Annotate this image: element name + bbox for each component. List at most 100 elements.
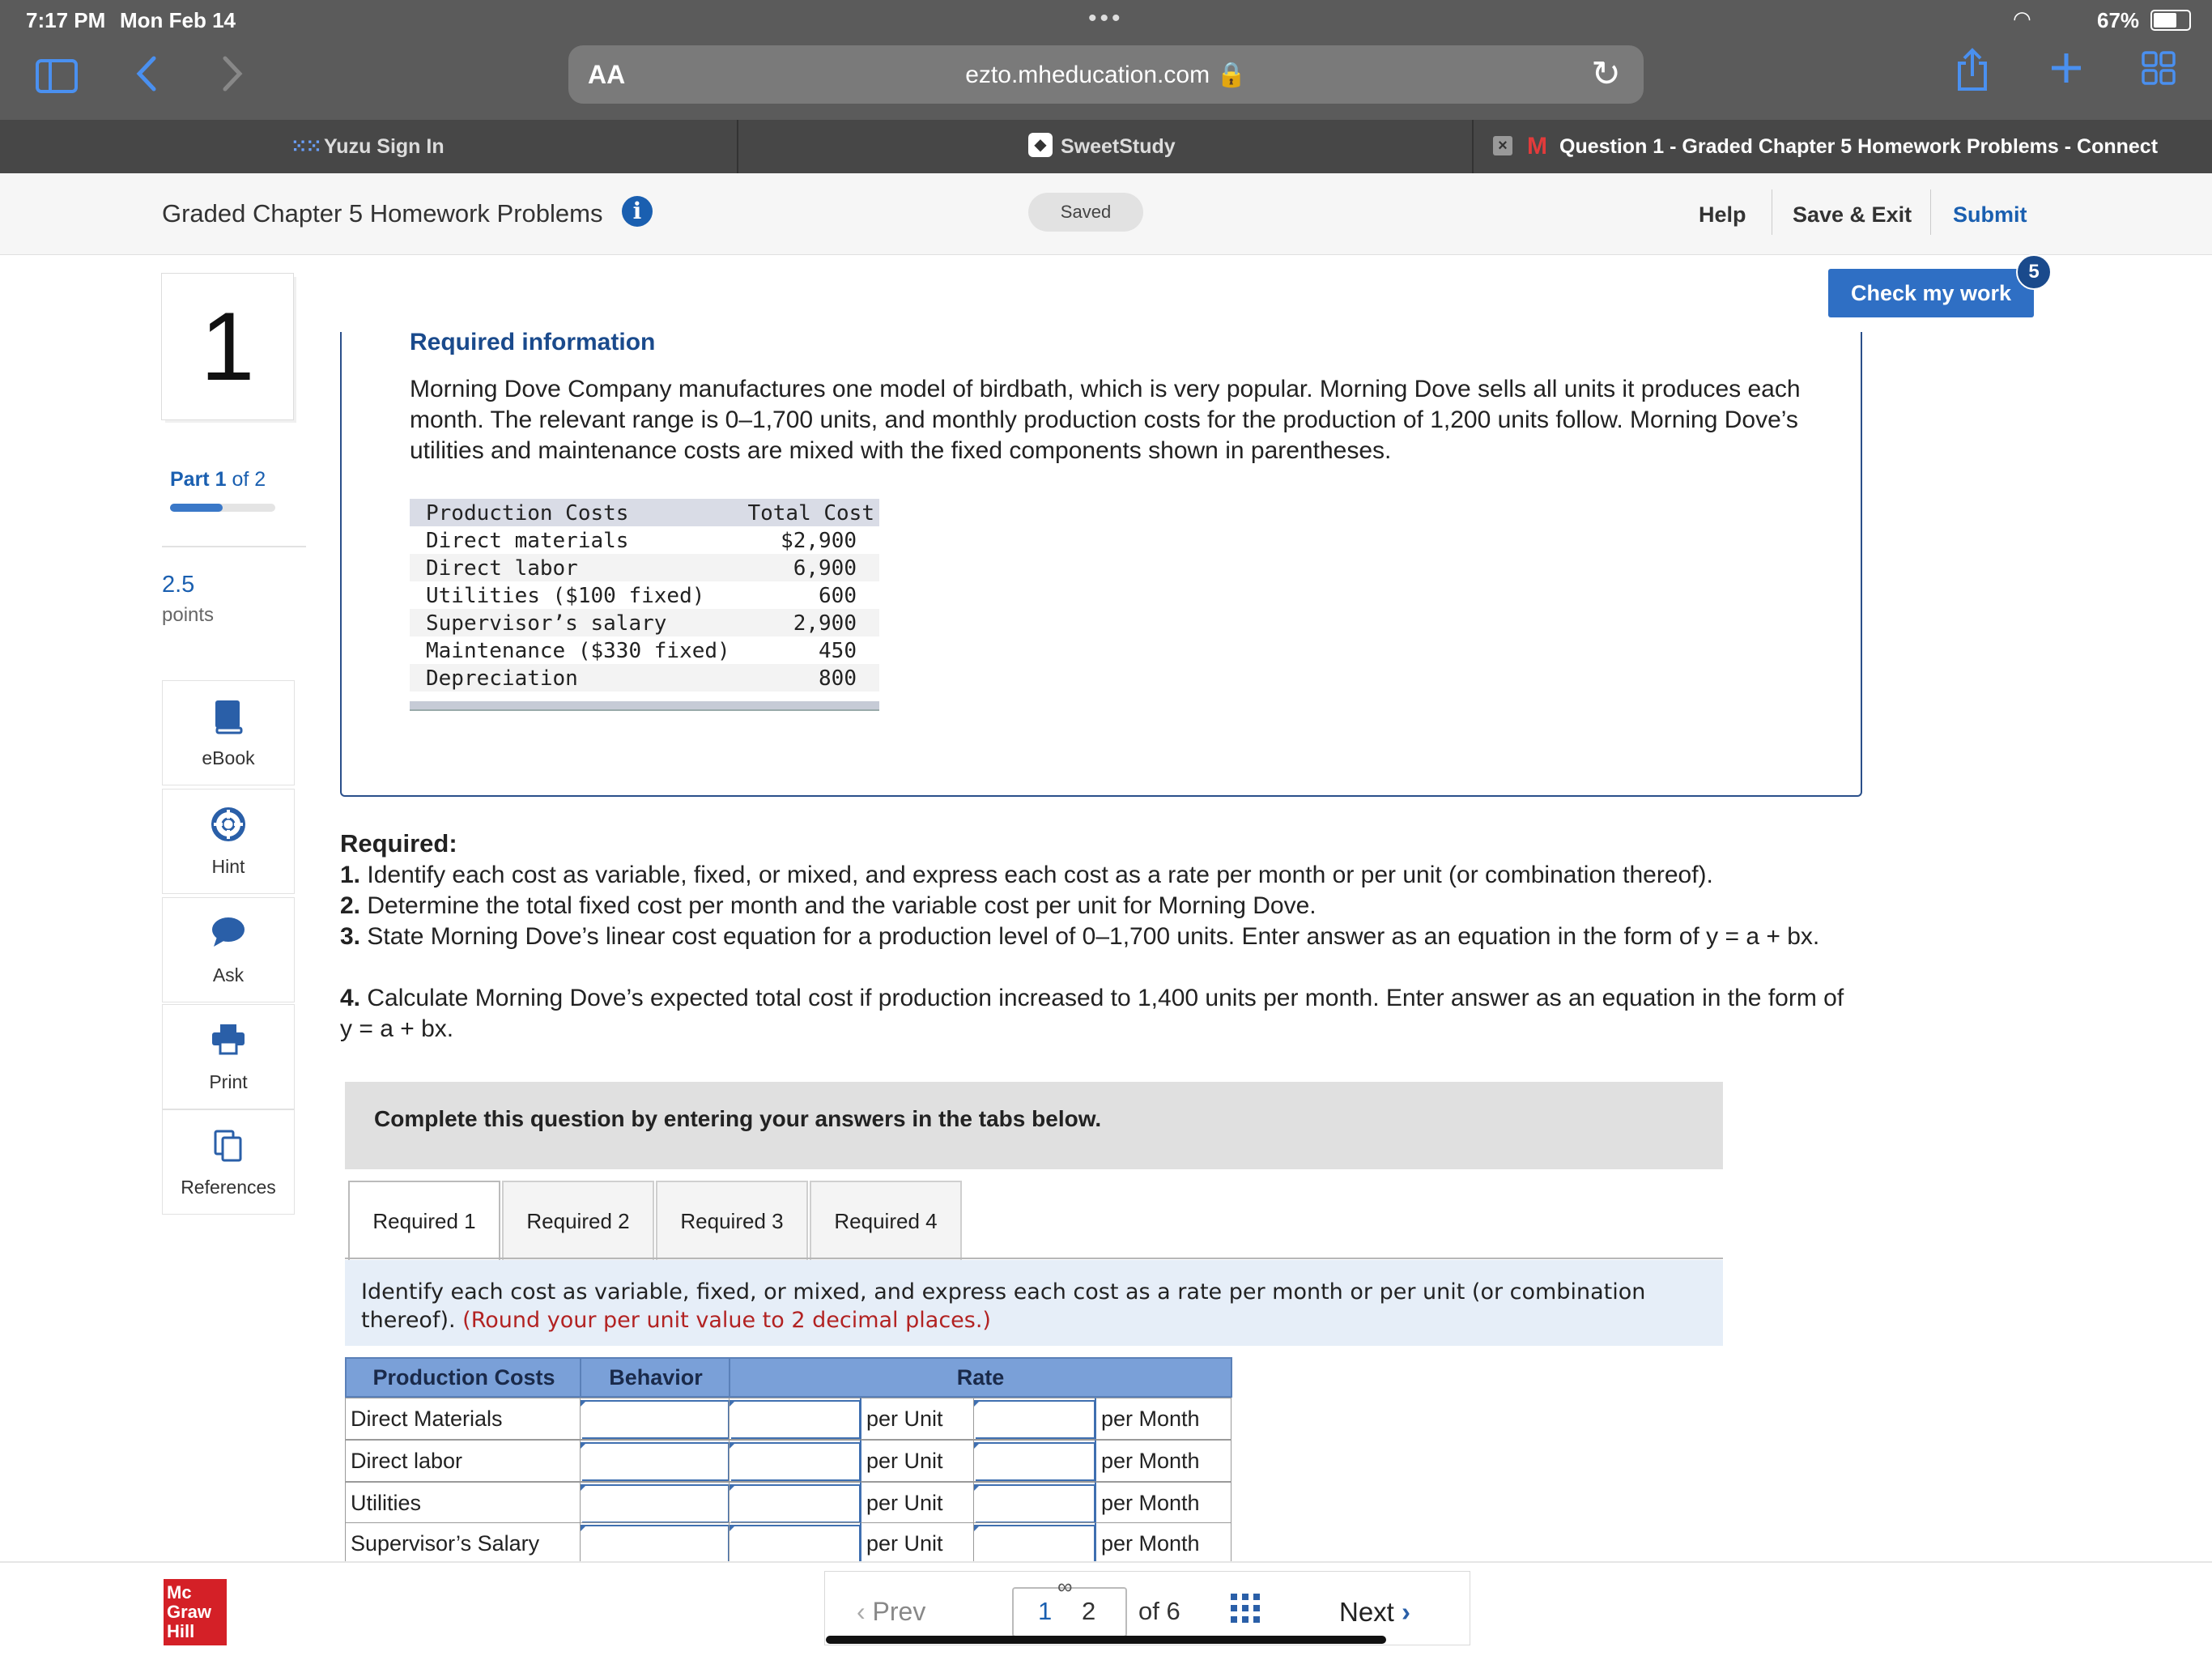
cost-label: Direct Materials [351, 1407, 503, 1431]
references-button[interactable]: References [162, 1109, 295, 1215]
required-num: 3. [340, 923, 361, 950]
cost-name: Depreciation [426, 666, 578, 691]
save-exit-button[interactable]: Save & Exit [1793, 202, 1912, 228]
back-icon[interactable] [134, 53, 159, 98]
tool-label: References [181, 1177, 276, 1198]
rate-unit-cell [729, 1398, 861, 1440]
question-number: 1 [162, 274, 293, 419]
per-month-label: per Month [1101, 1407, 1200, 1431]
tab-overview-icon[interactable] [2141, 50, 2176, 90]
points-label: points [162, 604, 215, 626]
divider [162, 546, 306, 547]
book-icon [163, 699, 294, 743]
forward-icon[interactable] [220, 53, 245, 98]
submit-button[interactable]: Submit [1953, 202, 2027, 228]
column-header: Total Cost [747, 501, 874, 526]
help-button[interactable]: Help [1699, 202, 1746, 228]
hint-button[interactable]: Hint [162, 789, 295, 894]
rate-unit-cell [729, 1522, 861, 1564]
assignment-header: Graded Chapter 5 Homework Problems i Sav… [0, 173, 2212, 255]
rate-per-unit-input[interactable] [730, 1442, 861, 1481]
logo-text: Graw [167, 1602, 212, 1622]
ebook-button[interactable]: eBook [162, 680, 295, 785]
browser-tab-label: Yuzu Sign In [324, 135, 445, 158]
browser-tab-connect[interactable]: × M Question 1 - Graded Chapter 5 Homewo… [1474, 120, 2212, 173]
cost-name: Utilities ($100 fixed) [426, 584, 705, 608]
tab-instructions: Identify each cost as variable, fixed, o… [345, 1260, 1723, 1346]
browser-tab-bar: ⁙⁙ Yuzu Sign In ◆ SweetStudy × M Questio… [0, 120, 2212, 173]
new-tab-icon[interactable] [2048, 50, 2084, 90]
assignment-title: Graded Chapter 5 Homework Problems [162, 199, 603, 228]
rate-unit-cell [729, 1482, 861, 1524]
behavior-input[interactable] [581, 1442, 730, 1481]
info-icon[interactable]: i [622, 196, 653, 227]
rate-per-month-input[interactable] [974, 1484, 1095, 1523]
behavior-input[interactable] [581, 1525, 730, 1564]
rate-per-month-input[interactable] [974, 1442, 1095, 1481]
chat-bubble-icon [163, 916, 294, 956]
part-progress-bar [170, 504, 275, 512]
share-icon[interactable] [1955, 47, 1990, 96]
column-header-production-costs: Production Costs [345, 1357, 583, 1398]
link-icon: ∞ [1057, 1574, 1073, 1598]
instructions-banner: Complete this question by entering your … [345, 1082, 1723, 1169]
required-text: Determine the total fixed cost per month… [360, 892, 1317, 919]
column-header: Production Costs [426, 501, 629, 526]
chevron-right-icon: › [1402, 1597, 1411, 1627]
behavior-input[interactable] [581, 1484, 730, 1523]
table-row: Direct labor 6,900 [410, 554, 879, 581]
part-of: of 2 [232, 468, 266, 491]
tab-required-2[interactable]: Required 2 [502, 1181, 654, 1260]
rate-per-month-input[interactable] [974, 1400, 1095, 1439]
tab-instructions-text: Identify each cost as variable, fixed, o… [361, 1278, 1689, 1334]
next-button[interactable]: Next › [1339, 1597, 1410, 1628]
next-label: Next [1339, 1597, 1394, 1627]
sidebar-icon[interactable] [36, 58, 78, 100]
required-item: 1. Identify each cost as variable, fixed… [340, 860, 1862, 891]
tab-required-1[interactable]: Required 1 [348, 1181, 500, 1262]
part-label: Part [170, 468, 210, 491]
ask-button[interactable]: Ask [162, 897, 295, 1002]
rate-per-unit-input[interactable] [730, 1484, 861, 1523]
page-next-number[interactable]: 2 [1082, 1597, 1095, 1626]
browser-tab-yuzu[interactable]: ⁙⁙ Yuzu Sign In [0, 120, 738, 173]
required-info-heading: Required information [410, 329, 656, 355]
per-month-label: per Month [1101, 1531, 1200, 1556]
per-unit-label: per Unit [866, 1449, 943, 1473]
rate-per-unit-input[interactable] [730, 1525, 861, 1564]
page-current[interactable]: 1 [1038, 1597, 1052, 1626]
part-indicator: Part 1 of 2 [170, 468, 266, 492]
per-month-label-cell: per Month [1095, 1522, 1231, 1564]
browser-tab-sweetstudy[interactable]: ◆ SweetStudy [738, 120, 1474, 173]
lifebuoy-icon [163, 807, 294, 849]
tab-required-3[interactable]: Required 3 [656, 1181, 808, 1260]
print-button[interactable]: Print [162, 1004, 295, 1109]
rate-month-cell [973, 1482, 1096, 1524]
behavior-input[interactable] [581, 1400, 730, 1439]
grid-icon[interactable] [1231, 1594, 1260, 1623]
rate-per-month-input[interactable] [974, 1525, 1095, 1564]
required-text: State Morning Dove’s linear cost equatio… [360, 923, 1820, 950]
logo-text: Hill [167, 1621, 195, 1641]
required-item: 3. State Morning Dove’s linear cost equa… [340, 922, 1862, 952]
per-unit-label: per Unit [866, 1531, 943, 1556]
url-text[interactable]: ezto.mheducation.com 🔒 [568, 61, 1644, 89]
multitask-dots[interactable]: ••• [1088, 5, 1124, 32]
reload-icon[interactable]: ↻ [1591, 53, 1621, 95]
required-item: 2. Determine the total fixed cost per mo… [340, 891, 1862, 922]
per-unit-label: per Unit [866, 1407, 943, 1431]
check-my-work-button[interactable]: Check my work [1828, 269, 2034, 317]
printer-icon [163, 1023, 294, 1063]
table-row: Direct materials $2,900 [410, 526, 879, 554]
behavior-cell [580, 1482, 730, 1524]
cost-value: 800 [819, 666, 857, 691]
prev-button[interactable]: ‹ Prev [857, 1597, 925, 1627]
behavior-cell [580, 1440, 730, 1482]
status-bar: 7:17 PM Mon Feb 14 ••• ◠ 67% [0, 0, 2212, 39]
rounding-note: (Round your per unit value to 2 decimal … [462, 1308, 991, 1333]
address-bar[interactable]: AA ezto.mheducation.com 🔒 ↻ [568, 45, 1644, 104]
tab-required-4[interactable]: Required 4 [810, 1181, 962, 1260]
close-tab-icon[interactable]: × [1493, 136, 1512, 155]
rate-per-unit-input[interactable] [730, 1400, 861, 1439]
saved-status: Saved [1028, 193, 1143, 232]
